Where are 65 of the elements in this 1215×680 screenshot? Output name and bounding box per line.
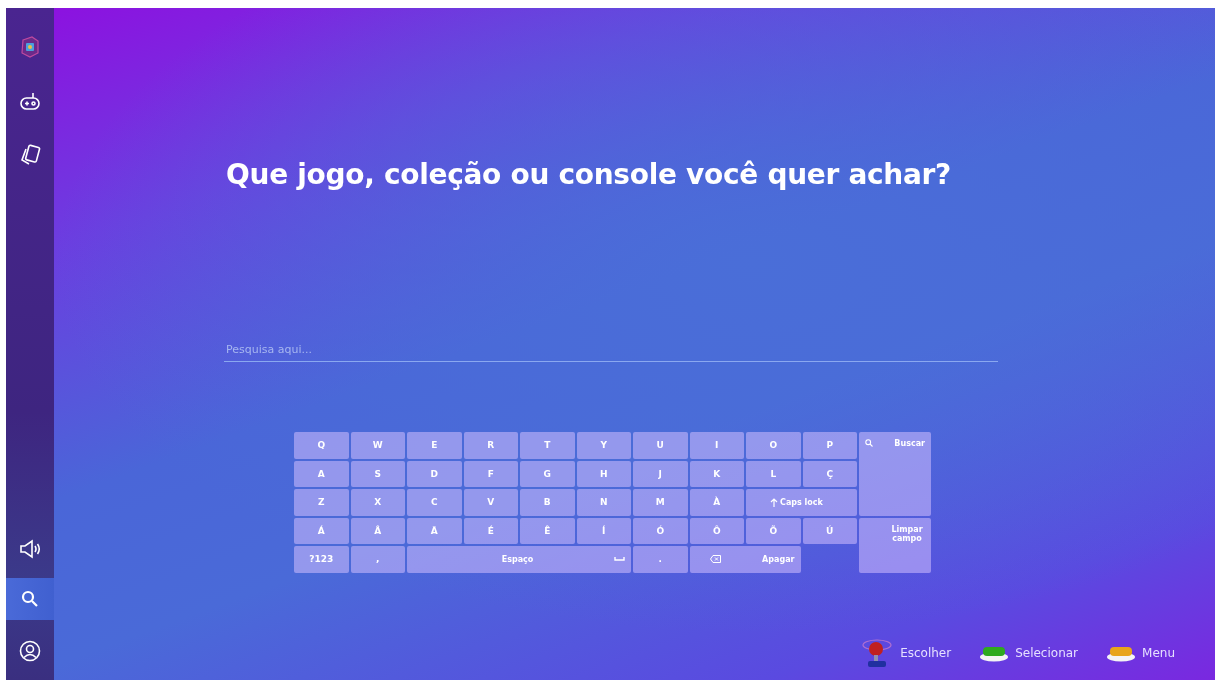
space-key[interactable]: Espaço <box>407 546 631 573</box>
profile-icon <box>19 640 41 662</box>
hint-label: Selecionar <box>1015 646 1079 660</box>
keyboard-key[interactable]: E <box>407 432 462 459</box>
gamepad-icon <box>19 90 41 112</box>
logo-icon <box>20 36 40 58</box>
keyboard-key[interactable]: À <box>689 489 744 516</box>
keyboard-key[interactable]: Ó <box>633 517 688 544</box>
search-field[interactable]: Pesquisa aqui... <box>224 339 998 362</box>
keyboard-key[interactable]: V <box>463 489 518 516</box>
hint-label: Escolher <box>900 646 952 660</box>
arcade-button-icon <box>1106 644 1137 662</box>
keyboard-key[interactable]: X <box>350 489 405 516</box>
keyboard-key[interactable]: O <box>746 432 801 459</box>
keyboard-key[interactable]: L <box>746 460 801 487</box>
keyboard-key[interactable]: N <box>576 489 631 516</box>
keyboard-key[interactable]: Á <box>294 517 349 544</box>
keyboard-key[interactable]: U <box>633 432 688 459</box>
keyboard-key[interactable]: , <box>350 546 405 573</box>
backspace-icon <box>709 555 721 564</box>
keyboard-key[interactable]: C <box>407 489 462 516</box>
joystick-icon <box>860 636 895 670</box>
keyboard-key[interactable]: Y <box>576 432 631 459</box>
arrow-up-icon <box>770 498 778 507</box>
keyboard-key[interactable]: K <box>689 460 744 487</box>
keyboard-key[interactable]: M <box>633 489 688 516</box>
keyboard-key[interactable]: S <box>350 460 405 487</box>
keyboard-key[interactable]: F <box>463 460 518 487</box>
keyboard-key[interactable]: Ã <box>407 517 462 544</box>
arcade-button-icon <box>979 644 1010 662</box>
keyboard-key[interactable]: A <box>294 460 349 487</box>
search-icon <box>865 439 873 447</box>
keyboard-key[interactable]: I <box>689 432 744 459</box>
backspace-key[interactable]: Apagar <box>689 546 801 573</box>
keyboard-key[interactable]: G <box>520 460 575 487</box>
keyboard-key[interactable]: T <box>520 432 575 459</box>
keyboard-key[interactable]: B <box>520 489 575 516</box>
caps-lock-key[interactable]: Caps lock <box>746 489 857 516</box>
keyboard-key[interactable]: Ê <box>520 517 575 544</box>
keyboard-key[interactable]: H <box>576 460 631 487</box>
volume-icon <box>19 539 41 559</box>
keyboard-key[interactable]: J <box>633 460 688 487</box>
search-icon <box>21 590 39 608</box>
page-title: Que jogo, coleção ou console você quer achar? <box>226 158 951 191</box>
keyboard-key[interactable]: Ç <box>802 460 857 487</box>
sidebar-item[interactable] <box>6 578 54 620</box>
keyboard-key[interactable]: Z <box>294 489 349 516</box>
cards-icon <box>19 144 41 166</box>
keyboard-key[interactable]: ?123 <box>294 546 349 573</box>
keyboard-key[interactable]: D <box>407 460 462 487</box>
keyboard-key[interactable]: É <box>463 517 518 544</box>
hint-label: Menu <box>1142 646 1175 660</box>
keyboard-key[interactable]: R <box>463 432 518 459</box>
keyboard-key[interactable]: Í <box>576 517 631 544</box>
space-bar-icon <box>614 557 625 562</box>
keyboard-key[interactable]: Ô <box>689 517 744 544</box>
keyboard-key[interactable]: Q <box>294 432 349 459</box>
keyboard-key[interactable]: . <box>633 546 688 573</box>
keyboard-key[interactable]: Â <box>350 517 405 544</box>
search-key[interactable]: Buscar <box>859 432 931 516</box>
keyboard-key[interactable]: W <box>350 432 405 459</box>
clear-field-key[interactable]: Limpar campo <box>859 517 931 573</box>
keyboard-key[interactable]: Ú <box>802 517 857 544</box>
keyboard-key[interactable]: Õ <box>746 517 801 544</box>
keyboard-key[interactable]: P <box>802 432 857 459</box>
